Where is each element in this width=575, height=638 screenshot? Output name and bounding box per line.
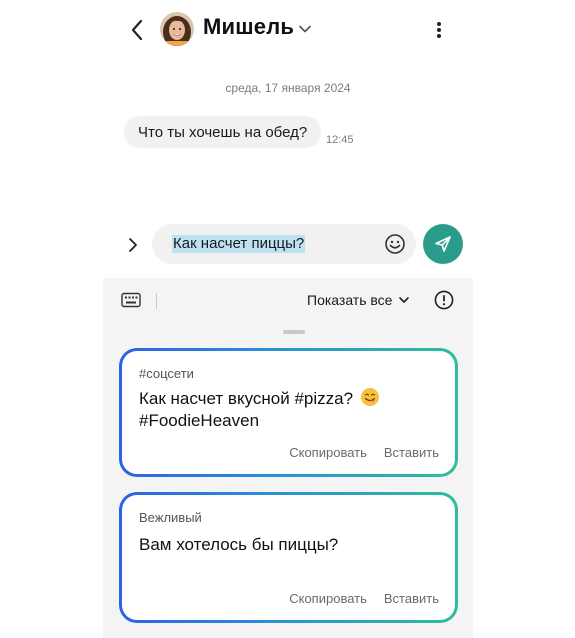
send-button[interactable] (423, 224, 463, 264)
yum-face-icon (360, 388, 379, 406)
message-text: Что ты хочешь на обед? (138, 123, 308, 141)
drag-handle[interactable] (283, 330, 305, 334)
message-timestamp: 12:45 (326, 134, 354, 146)
suggestion-tag: Вежливый (139, 510, 202, 525)
date-separator: среда, 17 января 2024 (225, 81, 351, 95)
keyboard-icon[interactable] (121, 292, 141, 308)
suggestions-panel: Показать все #соцсети Как насчет вкусной… (103, 278, 473, 638)
message-input-text[interactable]: Как насчет пиццы? (172, 235, 306, 253)
more-dot-icon (437, 28, 441, 32)
more-dot-icon (437, 22, 441, 26)
expand-attachments-button[interactable] (123, 234, 143, 256)
copy-button[interactable]: Скопировать (289, 591, 367, 606)
card-actions: Скопировать Вставить (289, 445, 439, 460)
suggestion-text-line: #FoodieHeaven (139, 411, 260, 430)
chevron-left-icon (131, 19, 143, 41)
suggestion-card-social[interactable]: #соцсети Как насчет вкусной #pizza? #Foo… (119, 348, 458, 477)
suggestion-text: Как насчет вкусной #pizza? #FoodieHeaven (139, 387, 439, 432)
show-all-button[interactable]: Показать все (307, 292, 410, 308)
incoming-message-bubble[interactable]: Что ты хочешь на обед? (124, 116, 322, 148)
back-button[interactable] (125, 16, 149, 44)
emoji-icon[interactable] (384, 233, 406, 255)
info-icon[interactable] (434, 290, 454, 310)
toolbar-divider (156, 293, 157, 309)
message-input[interactable]: Как насчет пиццы? (152, 224, 416, 264)
suggestion-text: Вам хотелось бы пиццы? (139, 535, 339, 554)
suggestion-tag: #соцсети (139, 366, 194, 381)
contact-name[interactable]: Мишель (203, 14, 294, 40)
insert-button[interactable]: Вставить (384, 591, 439, 606)
chevron-right-icon (129, 238, 137, 252)
card-actions: Скопировать Вставить (289, 591, 439, 606)
more-options-button[interactable] (430, 18, 448, 42)
more-dot-icon (437, 34, 441, 38)
suggestion-card-polite[interactable]: Вежливый Вам хотелось бы пиццы? Скопиров… (119, 492, 458, 623)
avatar[interactable] (160, 12, 194, 46)
chat-screen: Мишель среда, 17 января 2024 Что ты хоче… (103, 0, 473, 638)
send-icon (435, 236, 451, 252)
avatar-photo (160, 12, 194, 46)
chevron-down-icon[interactable] (298, 22, 312, 36)
suggestion-text-line: Как насчет вкусной #pizza? (139, 389, 354, 408)
show-all-label: Показать все (307, 292, 393, 308)
insert-button[interactable]: Вставить (384, 445, 439, 460)
copy-button[interactable]: Скопировать (289, 445, 367, 460)
chevron-down-icon (399, 297, 410, 303)
